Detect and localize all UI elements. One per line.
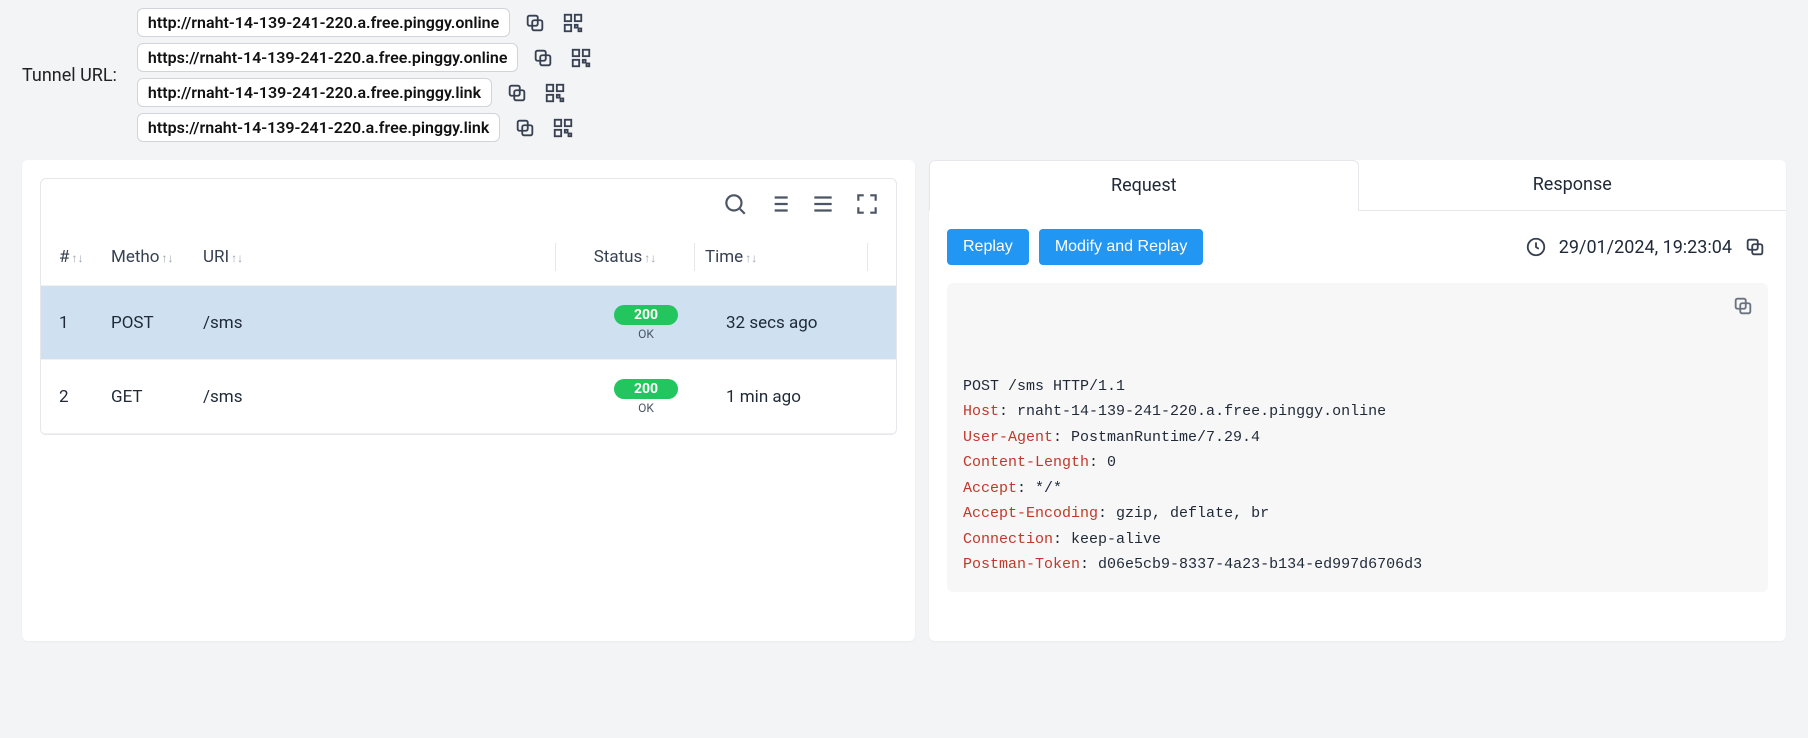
replay-button[interactable]: Replay xyxy=(947,229,1029,265)
status-text: OK xyxy=(638,327,654,341)
request-line: POST /sms HTTP/1.1 xyxy=(963,374,1752,400)
cell-time: 32 secs ago xyxy=(726,313,878,333)
tunnel-url[interactable]: https://rnaht-14-139-241-220.a.free.ping… xyxy=(137,113,500,142)
requests-table: #↑↓ Metho↑↓ URI↑↓ Status↑↓ Time↑↓ 1POST/… xyxy=(41,229,896,434)
header-line: Postman-Token: d06e5cb9-8337-4a23-b134-e… xyxy=(963,552,1752,578)
request-tab-content: Replay Modify and Replay 29/01/2024, 19:… xyxy=(929,211,1786,641)
cell-uri: /sms xyxy=(203,387,566,407)
sort-icon[interactable]: ↑↓ xyxy=(644,251,656,265)
sort-icon[interactable]: ↑↓ xyxy=(745,251,757,265)
copy-icon[interactable] xyxy=(530,45,556,71)
cell-num: 2 xyxy=(59,387,111,407)
tab-request[interactable]: Request xyxy=(929,160,1359,211)
tunnel-url[interactable]: http://rnaht-14-139-241-220.a.free.pingg… xyxy=(137,78,492,107)
col-method-header[interactable]: Metho xyxy=(111,247,159,267)
status-badge: 200 xyxy=(614,379,678,399)
tunnel-url[interactable]: https://rnaht-14-139-241-220.a.free.ping… xyxy=(137,43,519,72)
cell-status: 200 OK xyxy=(587,378,705,415)
cell-method: GET xyxy=(111,387,203,407)
modify-and-replay-button[interactable]: Modify and Replay xyxy=(1039,229,1204,265)
sort-icon[interactable]: ↑↓ xyxy=(161,251,173,265)
header-line: Accept-Encoding: gzip, deflate, br xyxy=(963,501,1752,527)
header-line: Host: rnaht-14-139-241-220.a.free.pinggy… xyxy=(963,399,1752,425)
tunnel-url-label: Tunnel URL: xyxy=(22,65,117,86)
table-row[interactable]: 2GET/sms 200 OK 1 min ago xyxy=(41,360,896,434)
list-compact-icon[interactable] xyxy=(810,191,836,217)
tunnel-url[interactable]: http://rnaht-14-139-241-220.a.free.pingg… xyxy=(137,8,510,37)
col-num-header[interactable]: # xyxy=(59,247,69,267)
tunnel-url-row: https://rnaht-14-139-241-220.a.free.ping… xyxy=(137,43,595,72)
qrcode-icon[interactable] xyxy=(560,10,586,36)
tunnel-url-list: http://rnaht-14-139-241-220.a.free.pingg… xyxy=(137,8,595,142)
col-status-header[interactable]: Status xyxy=(594,247,643,267)
tunnel-url-section: Tunnel URL: http://rnaht-14-139-241-220.… xyxy=(0,0,1808,150)
table-body: 1POST/sms 200 OK 32 secs ago 2GET/sms 200 OK 1 … xyxy=(41,286,896,434)
header-line: User-Agent: PostmanRuntime/7.29.4 xyxy=(963,425,1752,451)
search-icon[interactable] xyxy=(722,191,748,217)
col-time-header[interactable]: Time xyxy=(705,247,743,267)
sort-icon[interactable]: ↑↓ xyxy=(71,251,83,265)
request-headers-block: POST /sms HTTP/1.1Host: rnaht-14-139-241… xyxy=(947,283,1768,592)
cell-method: POST xyxy=(111,313,203,333)
list-detailed-icon[interactable] xyxy=(766,191,792,217)
table-row[interactable]: 1POST/sms 200 OK 32 secs ago xyxy=(41,286,896,360)
header-line: Accept: */* xyxy=(963,476,1752,502)
sort-icon[interactable]: ↑↓ xyxy=(231,251,243,265)
tunnel-url-row: http://rnaht-14-139-241-220.a.free.pingg… xyxy=(137,78,595,107)
header-divider xyxy=(555,243,556,271)
cell-status: 200 OK xyxy=(587,304,705,341)
clock-icon xyxy=(1523,234,1549,260)
header-line: Content-Length: 0 xyxy=(963,450,1752,476)
request-timestamp: 29/01/2024, 19:23:04 xyxy=(1559,237,1732,258)
status-text: OK xyxy=(638,401,654,415)
qrcode-icon[interactable] xyxy=(550,115,576,141)
status-badge: 200 xyxy=(614,305,678,325)
col-uri-header[interactable]: URI xyxy=(203,247,229,267)
header-line: Connection: keep-alive xyxy=(963,527,1752,553)
tunnel-url-row: https://rnaht-14-139-241-220.a.free.ping… xyxy=(137,113,595,142)
qrcode-icon[interactable] xyxy=(542,80,568,106)
tunnel-url-row: http://rnaht-14-139-241-220.a.free.pingg… xyxy=(137,8,595,37)
header-divider xyxy=(867,243,868,271)
qrcode-icon[interactable] xyxy=(568,45,594,71)
cell-time: 1 min ago xyxy=(726,387,878,407)
copy-icon[interactable] xyxy=(512,115,538,141)
table-header-row: #↑↓ Metho↑↓ URI↑↓ Status↑↓ Time↑↓ xyxy=(41,229,896,286)
copy-icon[interactable] xyxy=(504,80,530,106)
copy-icon[interactable] xyxy=(522,10,548,36)
tab-response[interactable]: Response xyxy=(1359,160,1787,210)
header-divider xyxy=(694,243,695,271)
detail-panel: Request Response Replay Modify and Repla… xyxy=(929,160,1786,641)
detail-tabs: Request Response xyxy=(929,160,1786,211)
requests-panel: #↑↓ Metho↑↓ URI↑↓ Status↑↓ Time↑↓ 1POST/… xyxy=(22,160,915,641)
cell-uri: /sms xyxy=(203,313,566,333)
fullscreen-icon[interactable] xyxy=(854,191,880,217)
cell-num: 1 xyxy=(59,313,111,333)
requests-toolbar xyxy=(41,179,896,229)
copy-headers-icon[interactable] xyxy=(1730,293,1756,319)
copy-timestamp-icon[interactable] xyxy=(1742,234,1768,260)
